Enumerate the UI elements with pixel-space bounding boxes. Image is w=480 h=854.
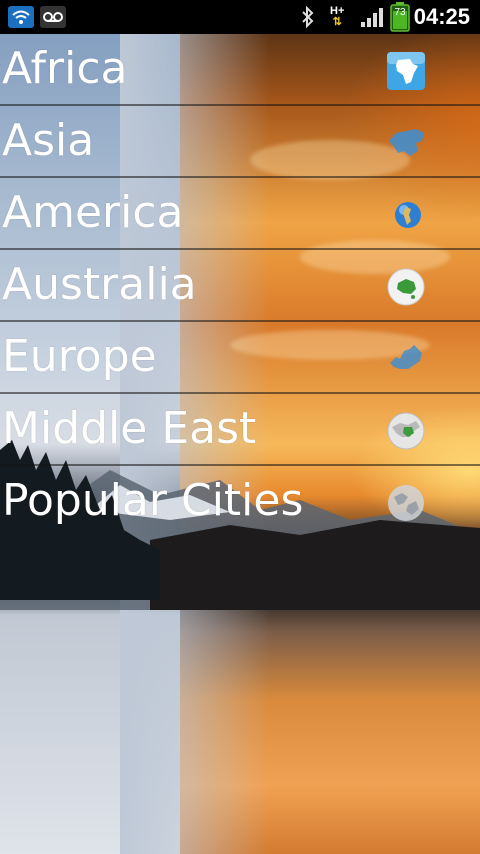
network-type-icon: H+ ⇅ <box>330 0 344 34</box>
voicemail-icon <box>40 0 66 34</box>
cities-globe-icon <box>386 483 426 523</box>
status-bar: H+ ⇅ 73 04:25 <box>0 0 480 34</box>
battery-level: 73 <box>394 7 406 18</box>
list-item-asia[interactable]: Asia <box>0 106 480 178</box>
list-item-europe[interactable]: Europe <box>0 322 480 394</box>
list-item-label: Africa <box>2 43 128 94</box>
list-item-label: Middle East <box>2 403 257 454</box>
middle-east-globe-icon <box>386 411 426 451</box>
battery-icon: 73 <box>390 0 410 34</box>
wifi-icon <box>8 0 34 34</box>
america-globe-icon <box>386 195 426 235</box>
region-list: Africa Asia America Australia Europe Mid… <box>0 34 480 536</box>
data-arrows: ⇅ <box>332 16 342 28</box>
list-item-africa[interactable]: Africa <box>0 34 480 106</box>
list-item-america[interactable]: America <box>0 178 480 250</box>
list-item-label: Europe <box>2 331 157 382</box>
asia-map-icon <box>386 123 426 163</box>
clock: 04:25 <box>413 4 470 29</box>
list-item-label: Asia <box>2 115 95 166</box>
list-item-label: Australia <box>2 259 197 310</box>
africa-map-icon <box>386 51 426 91</box>
bluetooth-icon <box>300 0 316 34</box>
australia-globe-icon <box>386 267 426 307</box>
list-item-australia[interactable]: Australia <box>0 250 480 322</box>
list-item-label: Popular Cities <box>2 475 304 526</box>
list-item-label: America <box>2 187 184 238</box>
list-item-middle-east[interactable]: Middle East <box>0 394 480 466</box>
signal-icon <box>360 0 384 34</box>
europe-map-icon <box>386 339 426 379</box>
list-item-popular-cities[interactable]: Popular Cities <box>0 466 480 536</box>
